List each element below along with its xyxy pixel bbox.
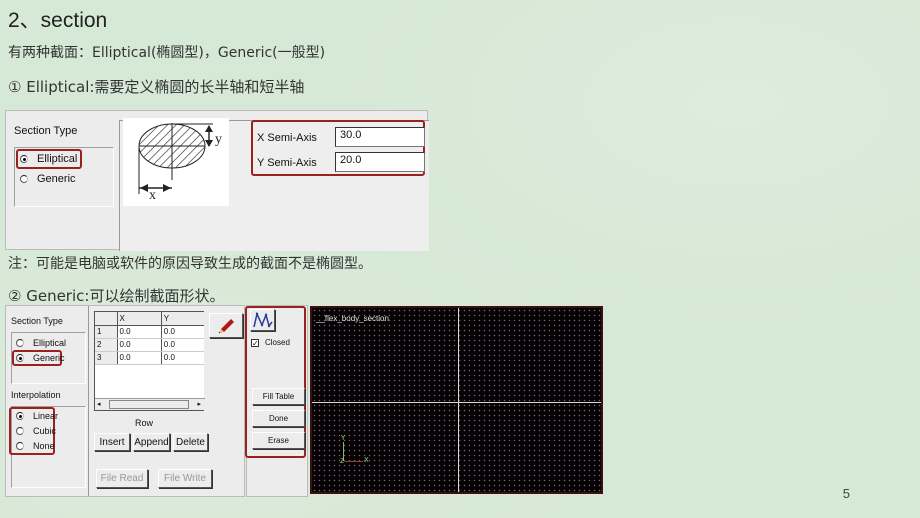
slide-title: 2、section: [8, 9, 108, 32]
draw-button[interactable]: [209, 313, 243, 338]
radio-label: Generic: [37, 173, 76, 185]
radio-elliptical[interactable]: Elliptical: [16, 335, 66, 351]
radio-dot-icon: [16, 427, 24, 435]
interpolation-group: Linear Cubic None: [9, 406, 86, 488]
cell-y[interactable]: 0.0: [161, 325, 204, 339]
section-type-label: Section Type: [14, 125, 78, 137]
radio-dot-icon: [20, 155, 28, 163]
section-sketch-canvas[interactable]: __flex_body_section Y Z X: [310, 306, 603, 494]
axis-y-label: Y: [341, 434, 346, 442]
cell-x[interactable]: 0.0: [117, 351, 162, 365]
section-type-label: Section Type: [11, 316, 63, 326]
closed-checkbox[interactable]: ✓ Closed: [251, 338, 290, 347]
divider: [88, 306, 89, 496]
semi-axis-fields: X Semi-Axis 30.0 Y Semi-Axis 20.0: [251, 120, 425, 176]
elliptical-heading: ① Elliptical:需要定义椭圆的长半轴和短半轴: [8, 78, 305, 96]
horizontal-scrollbar[interactable]: ◂ ▸: [95, 398, 205, 410]
table-row: 3 0.0 0.0: [95, 351, 204, 365]
corner-cell: [95, 312, 118, 326]
spline-tool-button[interactable]: [250, 309, 275, 331]
y-semi-axis-input[interactable]: 20.0: [335, 152, 425, 172]
y-dimension-label: y: [215, 132, 222, 147]
page-number: 5: [842, 486, 850, 501]
insert-button[interactable]: Insert: [94, 433, 130, 451]
table-row: 1 0.0 0.0: [95, 325, 204, 339]
row-header: 1: [95, 325, 118, 339]
column-header-x: X: [117, 312, 162, 326]
intro-text: 有两种截面：Elliptical(椭圆型)，Generic(一般型): [8, 45, 326, 61]
checkmark-icon: ✓: [251, 338, 259, 348]
radio-label: Linear: [33, 411, 59, 421]
radio-linear[interactable]: Linear: [16, 408, 58, 424]
y-semi-axis-label: Y Semi-Axis: [257, 157, 317, 169]
radio-generic[interactable]: Generic: [20, 171, 76, 187]
file-write-button[interactable]: File Write: [158, 469, 212, 488]
cell-y[interactable]: 0.0: [161, 338, 204, 352]
row-header: 2: [95, 338, 118, 352]
row-header: 3: [95, 351, 118, 365]
radio-none[interactable]: None: [16, 438, 55, 454]
radio-dot-icon: [20, 175, 28, 183]
radio-cubic[interactable]: Cubic: [16, 423, 56, 439]
fill-table-button[interactable]: Fill Table: [252, 388, 305, 405]
note-text: 注：可能是电脑或软件的原因导致生成的截面不是椭圆型。: [8, 256, 372, 272]
x-axis-arrow-icon: [345, 461, 363, 462]
axis-z-label: Z: [340, 458, 345, 465]
append-button[interactable]: Append: [133, 433, 170, 451]
radio-dot-icon: [16, 354, 24, 362]
radio-dot-icon: [16, 412, 24, 420]
delete-button[interactable]: Delete: [173, 433, 208, 451]
ellipse-figure: y x: [123, 118, 229, 206]
ellipse-diagram-icon: [138, 123, 213, 194]
interpolation-label: Interpolation: [11, 390, 61, 400]
row-label: Row: [135, 418, 154, 428]
pencil-icon: [218, 318, 234, 333]
generic-section-dialog: Section Type Elliptical Generic Interpol…: [5, 305, 245, 497]
sketch-controls-panel: ✓ Closed Fill Table Done Erase: [245, 305, 308, 497]
coordinate-triad: Y Z X: [340, 434, 380, 466]
vertical-axis-line: [458, 308, 459, 492]
generic-heading: ② Generic:可以绘制截面形状。: [8, 287, 225, 305]
x-dimension-label: x: [149, 188, 156, 203]
table-row: 2 0.0 0.0: [95, 338, 204, 352]
radio-elliptical[interactable]: Elliptical: [20, 151, 77, 167]
radio-generic[interactable]: Generic: [16, 350, 65, 366]
radio-label: Cubic: [33, 426, 57, 436]
section-type-group: Elliptical Generic: [11, 332, 86, 384]
radio-label: None: [33, 441, 55, 451]
radio-dot-icon: [16, 442, 24, 450]
column-header-y: Y: [161, 312, 204, 326]
section-type-group: Elliptical Generic: [14, 147, 114, 207]
radio-dot-icon: [16, 339, 24, 347]
erase-button[interactable]: Erase: [252, 432, 305, 449]
file-read-button[interactable]: File Read: [96, 469, 148, 488]
horizontal-axis-line: [312, 402, 601, 403]
scroll-left-icon[interactable]: ◂: [97, 400, 101, 408]
points-table[interactable]: X Y 1 0.0 0.0 2 0.0 0.0 3 0.0 0.0 ◂ ▸: [94, 311, 205, 411]
done-button[interactable]: Done: [252, 410, 305, 427]
cell-x[interactable]: 0.0: [117, 338, 162, 352]
radio-label: Generic: [33, 353, 65, 363]
x-semi-axis-input[interactable]: 30.0: [335, 127, 425, 147]
scroll-right-icon[interactable]: ▸: [197, 400, 201, 408]
cell-y[interactable]: 0.0: [161, 351, 204, 365]
canvas-title: __flex_body_section: [316, 314, 389, 323]
x-semi-axis-label: X Semi-Axis: [257, 132, 317, 144]
radio-label: Elliptical: [37, 153, 78, 165]
spline-curve-icon: [252, 311, 273, 328]
closed-label: Closed: [265, 338, 290, 347]
scrollbar-thumb[interactable]: [109, 400, 189, 409]
radio-label: Elliptical: [33, 338, 67, 348]
cell-x[interactable]: 0.0: [117, 325, 162, 339]
axis-x-label: X: [364, 456, 369, 464]
